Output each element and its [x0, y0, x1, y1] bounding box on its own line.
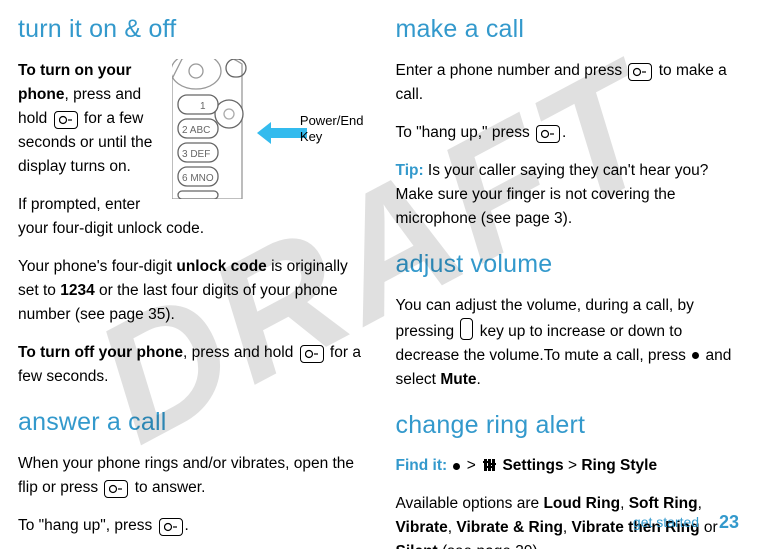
text: Your phone's four-digit — [18, 258, 176, 275]
heading-change-ring: change ring alert — [396, 406, 740, 445]
heading-adjust-volume: adjust volume — [396, 245, 740, 284]
content-columns: turn it on & off 1 — [18, 10, 739, 549]
text: Is your caller saying they can't hear yo… — [396, 162, 709, 227]
volume-key-icon — [460, 318, 473, 340]
opt-loud-ring: Loud Ring — [543, 495, 620, 512]
center-key-icon — [692, 352, 699, 359]
page-footer: get started 23 — [633, 509, 739, 537]
power-key-icon — [300, 345, 324, 363]
para-unlock-code: Your phone's four-digit unlock code is o… — [18, 255, 362, 327]
text-bold-turn-off: To turn off your phone — [18, 344, 183, 361]
text: Enter a phone number and press — [396, 62, 627, 79]
para-volume: You can adjust the volume, during a call… — [396, 294, 740, 392]
callout-label: Power/End Key — [300, 113, 364, 146]
svg-text:1: 1 — [200, 101, 206, 112]
end-key-icon — [536, 125, 560, 143]
text-gt: > — [467, 457, 476, 474]
para-turn-off: To turn off your phone, press and hold f… — [18, 341, 362, 389]
comma: , — [620, 495, 629, 512]
para-enter-code: If prompted, enter your four-digit unloc… — [18, 193, 362, 241]
text-bold-unlock-code: unlock code — [176, 258, 266, 275]
callout-text-line2: Key — [300, 129, 322, 144]
right-column: make a call Enter a phone number and pre… — [396, 10, 740, 549]
phone-keypad-figure: 1 2 ABC 3 DEF 6 MNO — [172, 59, 362, 199]
opt-vibrate: Vibrate — [396, 519, 448, 536]
footer-page-number: 23 — [719, 512, 739, 532]
text-gt: > — [568, 457, 577, 474]
center-key-icon — [453, 463, 460, 470]
power-key-icon — [54, 111, 78, 129]
callout-text-line1: Power/End — [300, 113, 364, 128]
text: , press and hold — [183, 344, 298, 361]
text: . — [185, 517, 189, 534]
footer-section-label: get started — [633, 514, 699, 530]
heading-make-call: make a call — [396, 10, 740, 49]
comma: , — [563, 519, 572, 536]
para-findit: Find it: > Settings > Ring Style — [396, 454, 740, 478]
tip-label: Tip: — [396, 162, 424, 179]
para-make-call: Enter a phone number and press to make a… — [396, 59, 740, 107]
para-hangup-2: To "hang up," press . — [396, 121, 740, 145]
opt-vibrate-ring: Vibrate & Ring — [456, 519, 563, 536]
svg-text:3 DEF: 3 DEF — [182, 149, 210, 160]
text: To "hang up," press — [396, 124, 535, 141]
text: . — [562, 124, 566, 141]
send-key-icon — [628, 63, 652, 81]
para-tip: Tip: Is your caller saying they can't he… — [396, 159, 740, 231]
menu-settings: Settings — [502, 457, 563, 474]
menu-mute: Mute — [440, 371, 476, 388]
menu-ring-style: Ring Style — [581, 457, 657, 474]
text: To "hang up", press — [18, 517, 157, 534]
heading-turn-on-off: turn it on & off — [18, 10, 362, 49]
text: to answer. — [130, 479, 205, 496]
opt-silent: Silent — [396, 543, 438, 549]
findit-label: Find it: — [396, 457, 448, 474]
para-hangup: To "hang up", press . — [18, 514, 362, 538]
left-column: turn it on & off 1 — [18, 10, 362, 549]
text-bold-1234: 1234 — [60, 282, 94, 299]
page: DRAFT turn it on & off 1 — [0, 0, 757, 549]
para-answer: When your phone rings and/or vibrates, o… — [18, 452, 362, 500]
settings-icon — [482, 458, 496, 472]
heading-answer-call: answer a call — [18, 403, 362, 442]
svg-text:2 ABC: 2 ABC — [182, 125, 210, 136]
end-key-icon — [159, 518, 183, 536]
text: Available options are — [396, 495, 544, 512]
svg-text:6 MNO: 6 MNO — [182, 173, 214, 184]
text: (see page 39). — [438, 543, 542, 549]
send-key-icon — [104, 480, 128, 498]
